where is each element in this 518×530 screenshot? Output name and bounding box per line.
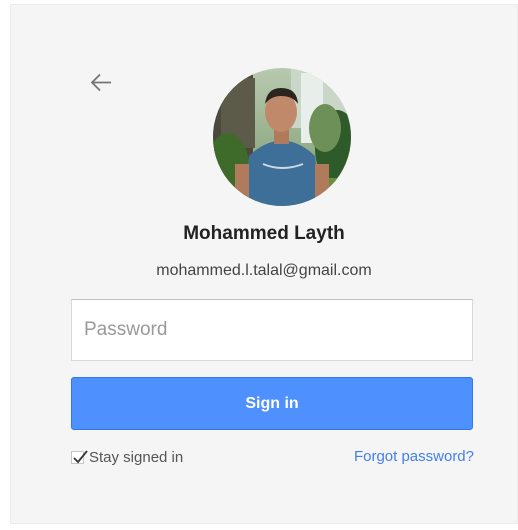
checkmark-icon	[73, 449, 88, 463]
account-name: Mohammed Layth	[183, 223, 345, 244]
stay-signed-in-checkbox[interactable]: Stay signed in	[71, 447, 183, 467]
signin-card: Mohammed Layth mohammed.l.talal@gmail.co…	[10, 4, 518, 524]
sign-in-button[interactable]: Sign in	[71, 377, 473, 430]
account-email: mohammed.l.talal@gmail.com	[156, 262, 372, 279]
avatar	[213, 68, 351, 206]
forgot-password-link[interactable]: Forgot password?	[354, 448, 474, 465]
back-button[interactable]	[87, 69, 115, 97]
password-field[interactable]	[71, 299, 473, 361]
checkbox[interactable]	[71, 449, 88, 464]
stay-signed-in-label: Stay signed in	[89, 448, 184, 466]
arrow-left-icon	[90, 73, 111, 92]
